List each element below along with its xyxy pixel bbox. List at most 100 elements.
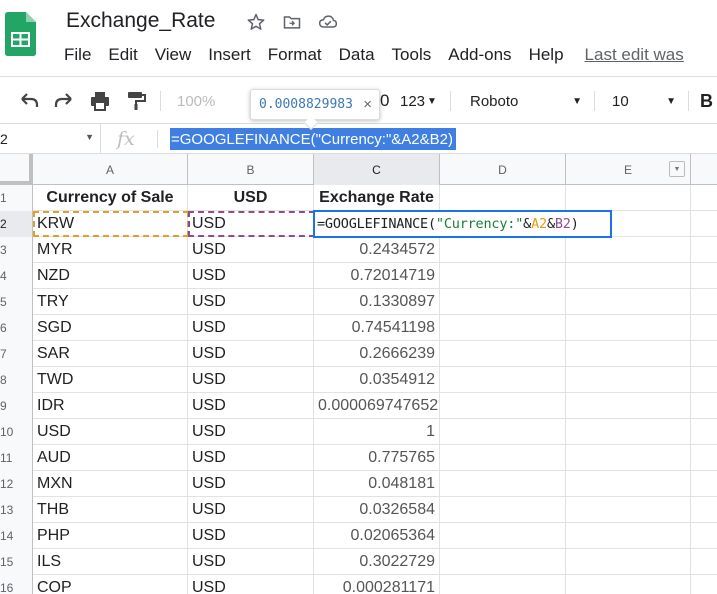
cell-c[interactable]: 0.000069747652 xyxy=(314,393,440,419)
font-family-select[interactable]: Roboto ▼ xyxy=(470,89,582,113)
cell-b[interactable]: USD xyxy=(188,315,314,341)
cell-a[interactable]: USD xyxy=(33,419,188,445)
row-header[interactable]: 10 xyxy=(0,419,33,445)
row-header[interactable]: 15 xyxy=(0,549,33,575)
cell-c[interactable]: 0.2434572 xyxy=(314,237,440,263)
last-edit-link[interactable]: Last edit was xyxy=(585,45,684,65)
select-all-corner[interactable] xyxy=(0,154,33,185)
cell-c[interactable]: 0.2666239 xyxy=(314,341,440,367)
cell-b[interactable]: USD xyxy=(188,263,314,289)
cell-b[interactable]: USD xyxy=(188,497,314,523)
cell-b[interactable]: USD xyxy=(188,445,314,471)
move-to-folder-icon[interactable] xyxy=(280,10,304,34)
cell-d[interactable] xyxy=(440,419,566,445)
cell-a[interactable]: SAR xyxy=(33,341,188,367)
row-header[interactable]: 13 xyxy=(0,497,33,523)
cell-e[interactable] xyxy=(566,575,691,594)
cell-e[interactable] xyxy=(566,471,691,497)
star-icon[interactable] xyxy=(244,10,268,34)
cell-a[interactable]: TRY xyxy=(33,289,188,315)
paint-format-icon[interactable] xyxy=(124,89,148,113)
row-header[interactable]: 7 xyxy=(0,341,33,367)
cell-d[interactable] xyxy=(440,523,566,549)
row-header[interactable]: 3 xyxy=(0,237,33,263)
cell-d[interactable] xyxy=(440,341,566,367)
row-header[interactable]: 5 xyxy=(0,289,33,315)
menu-tools[interactable]: Tools xyxy=(392,45,432,65)
row-header[interactable]: 8 xyxy=(0,367,33,393)
cell-c[interactable]: 0.02065364 xyxy=(314,523,440,549)
row-header[interactable]: 12 xyxy=(0,471,33,497)
cell-e[interactable] xyxy=(566,341,691,367)
cell-a[interactable]: IDR xyxy=(33,393,188,419)
close-icon[interactable]: × xyxy=(363,96,372,113)
cell-a[interactable]: NZD xyxy=(33,263,188,289)
cell-c[interactable]: 0.000281171 xyxy=(314,575,440,594)
cell-b2[interactable]: USD xyxy=(188,211,314,237)
cell-e[interactable] xyxy=(566,523,691,549)
redo-icon[interactable] xyxy=(52,89,76,113)
cell-a[interactable]: COP xyxy=(33,575,188,594)
print-icon[interactable] xyxy=(88,89,112,113)
cell-c[interactable]: 0.775765 xyxy=(314,445,440,471)
row-header[interactable]: 9 xyxy=(0,393,33,419)
undo-icon[interactable] xyxy=(17,89,41,113)
menu-view[interactable]: View xyxy=(155,45,192,65)
cell-a[interactable]: PHP xyxy=(33,523,188,549)
cell-d[interactable] xyxy=(440,471,566,497)
cell-c[interactable]: 1 xyxy=(314,419,440,445)
cell-c[interactable]: 0.72014719 xyxy=(314,263,440,289)
row-header[interactable]: 6 xyxy=(0,315,33,341)
cell-e[interactable] xyxy=(566,367,691,393)
cell-c[interactable]: 0.0354912 xyxy=(314,367,440,393)
cell-e[interactable] xyxy=(566,393,691,419)
menu-edit[interactable]: Edit xyxy=(108,45,137,65)
name-box[interactable]: 2 ▼ xyxy=(0,124,101,154)
cell-c[interactable]: 0.74541198 xyxy=(314,315,440,341)
cell-d[interactable] xyxy=(440,497,566,523)
decimal-partial[interactable]: 0 xyxy=(380,89,389,113)
cell-d[interactable] xyxy=(440,549,566,575)
zoom-select[interactable]: 100% xyxy=(177,89,215,113)
cell-c[interactable]: 0.048181 xyxy=(314,471,440,497)
document-title[interactable]: Exchange_Rate xyxy=(66,9,215,33)
cell-e[interactable] xyxy=(566,263,691,289)
menu-insert[interactable]: Insert xyxy=(208,45,251,65)
cell-b[interactable]: USD xyxy=(188,367,314,393)
cell-a[interactable]: SGD xyxy=(33,315,188,341)
cell-d[interactable] xyxy=(440,237,566,263)
cell-a[interactable]: TWD xyxy=(33,367,188,393)
more-formats-select[interactable]: 123 ▼ xyxy=(400,89,437,113)
column-header-d[interactable]: D xyxy=(440,154,566,185)
row-header[interactable]: 14 xyxy=(0,523,33,549)
cell-b[interactable]: USD xyxy=(188,523,314,549)
cell-a[interactable]: AUD xyxy=(33,445,188,471)
cell-b[interactable]: USD xyxy=(188,393,314,419)
cell-d[interactable] xyxy=(440,575,566,594)
row-header[interactable]: 2 xyxy=(0,211,33,237)
cell-e1[interactable] xyxy=(566,185,691,211)
cell-a[interactable]: THB xyxy=(33,497,188,523)
cell-a[interactable]: MXN xyxy=(33,471,188,497)
menu-help[interactable]: Help xyxy=(529,45,564,65)
cell-d[interactable] xyxy=(440,315,566,341)
cell-c[interactable]: 0.0326584 xyxy=(314,497,440,523)
cell-b[interactable]: USD xyxy=(188,575,314,594)
row-header[interactable]: 4 xyxy=(0,263,33,289)
cell-b[interactable]: USD xyxy=(188,549,314,575)
cell-d[interactable] xyxy=(440,263,566,289)
cell-d[interactable] xyxy=(440,393,566,419)
cell-a[interactable]: ILS xyxy=(33,549,188,575)
bold-button[interactable]: B xyxy=(700,89,713,113)
cell-d[interactable] xyxy=(440,445,566,471)
menu-file[interactable]: File xyxy=(64,45,91,65)
cell-e[interactable] xyxy=(566,315,691,341)
cell-c[interactable]: 0.3022729 xyxy=(314,549,440,575)
row-header[interactable]: 1 xyxy=(0,185,33,211)
font-size-select[interactable]: 10 ▼ xyxy=(612,89,676,113)
cell-d[interactable] xyxy=(440,289,566,315)
cell-b[interactable]: USD xyxy=(188,471,314,497)
cell-a[interactable]: MYR xyxy=(33,237,188,263)
cell-e[interactable] xyxy=(566,497,691,523)
menu-format[interactable]: Format xyxy=(268,45,322,65)
